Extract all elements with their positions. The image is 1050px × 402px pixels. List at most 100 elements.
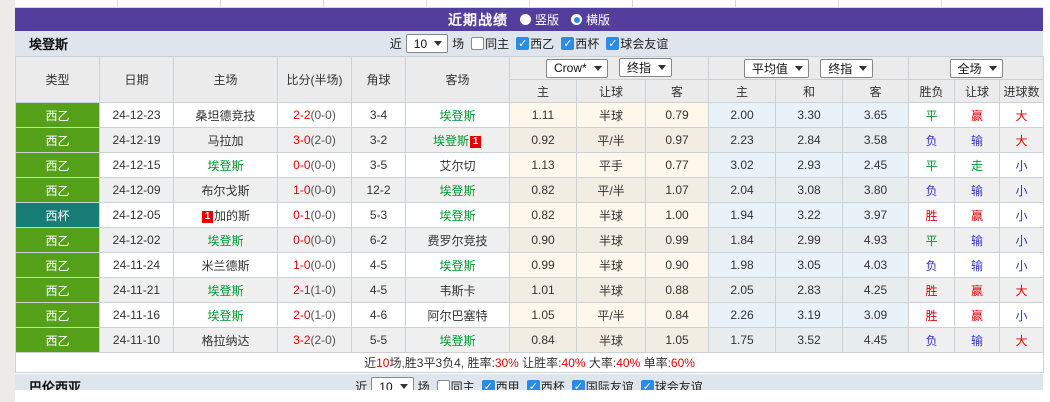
match-score[interactable]: 1-0(0-0)	[277, 177, 352, 203]
team-link[interactable]: 埃登斯	[439, 109, 475, 123]
match-date: 24-11-16	[99, 302, 174, 328]
match-type-badge: 西乙	[15, 177, 100, 203]
team-link[interactable]: 埃登斯	[207, 309, 243, 323]
team-link[interactable]: 埃登斯	[207, 234, 243, 248]
match-score[interactable]: 2-0(1-0)	[277, 302, 352, 328]
team-link[interactable]: 埃登斯	[207, 159, 243, 173]
result-goals: 小	[999, 252, 1045, 278]
radio-selected-icon[interactable]	[571, 14, 582, 25]
match-score[interactable]: 0-1(0-0)	[277, 202, 352, 228]
team-link[interactable]: 埃登斯	[439, 259, 475, 273]
competition-filter-checkbox-4[interactable]: 球会友谊	[606, 35, 668, 52]
home-team-cell: 埃登斯	[173, 227, 278, 253]
team-link[interactable]: 马拉加	[207, 134, 243, 148]
match-row: 西乙 24-11-24 米兰德斯 1-0(0-0) 4-5 埃登斯 0.99 半…	[15, 252, 1045, 278]
match-score[interactable]: 2-2(0-0)	[277, 102, 352, 128]
checked-checkbox-icon[interactable]	[516, 36, 530, 50]
team-link[interactable]: 米兰德斯	[201, 259, 249, 273]
match-count-select[interactable]: 10	[371, 377, 414, 390]
match-type-badge: 西乙	[15, 302, 100, 328]
handicap-away-odds: 0.97	[644, 127, 710, 153]
scope-select[interactable]: 全场	[949, 58, 1003, 78]
team-link[interactable]: 埃登斯	[207, 284, 243, 298]
competition-filter-checkbox-2[interactable]: 西甲	[481, 378, 520, 390]
team-name: 埃登斯	[29, 37, 69, 52]
odds-source-select[interactable]: Crow*	[546, 58, 608, 78]
team-link[interactable]: 埃登斯	[433, 134, 469, 148]
subcol-europe-home: 主	[708, 79, 777, 103]
section-title-bar: 近期战绩 竖版 横版	[15, 8, 1043, 31]
europe-source-select[interactable]: 平均值	[743, 58, 809, 78]
checked-checkbox-icon[interactable]	[606, 36, 620, 50]
checked-checkbox-icon[interactable]	[571, 379, 585, 390]
layout-radio-horizontal[interactable]: 横版	[571, 11, 610, 28]
team-link[interactable]: 韦斯卡	[439, 284, 475, 298]
competition-filter-checkbox-5[interactable]: 球会友谊	[640, 378, 703, 390]
competition-filter-checkbox-4[interactable]: 国际友谊	[571, 378, 634, 391]
radio-unselected-icon[interactable]	[519, 14, 531, 25]
match-score[interactable]: 0-0(0-0)	[277, 152, 352, 178]
europe-away-odds: 3.80	[842, 177, 910, 203]
team-link[interactable]: 阿尔巴塞特	[427, 309, 487, 323]
layout-radio-vertical[interactable]: 竖版	[519, 11, 559, 28]
team-link[interactable]: 桑坦德竞技	[195, 109, 255, 123]
team-link[interactable]: 埃登斯	[439, 209, 475, 223]
competition-filter-checkbox-3[interactable]: 西杯	[561, 35, 599, 52]
team-link[interactable]: 费罗尔竞技	[427, 234, 487, 248]
competition-filter-checkbox-2[interactable]: 西乙	[516, 35, 554, 52]
team-link[interactable]: 埃登斯	[439, 334, 475, 348]
result-handicap: 输	[954, 227, 1001, 253]
match-date: 24-12-02	[99, 227, 174, 253]
result-outcome: 平	[908, 102, 956, 128]
europe-home-odds: 1.98	[708, 252, 777, 278]
team-link[interactable]: 布尔戈斯	[201, 184, 249, 198]
europe-home-odds: 2.00	[708, 102, 777, 128]
result-handicap: 赢	[954, 277, 1001, 303]
team-link[interactable]: 艾尔切	[439, 159, 475, 173]
match-score[interactable]: 2-1(1-0)	[277, 277, 352, 303]
handicap-home-odds: 1.11	[509, 102, 577, 128]
match-count-select[interactable]: 10	[405, 34, 449, 53]
result-outcome: 负	[908, 252, 956, 278]
handicap-home-odds: 1.05	[509, 302, 577, 328]
recent-results-panel: 近期战绩 竖版 横版 埃登斯 近 10 场 同主西乙西杯球会友谊	[0, 0, 1050, 402]
summary-segment: 10	[376, 356, 390, 370]
team-link[interactable]: 加的斯	[214, 209, 250, 223]
competition-filter-checkbox-1[interactable]: 同主	[471, 35, 509, 52]
europe-odds-group-header: 平均值 终指	[708, 56, 910, 80]
matches-label: 场	[417, 380, 430, 390]
match-row: 西乙 24-12-23 桑坦德竞技 2-2(0-0) 3-4 埃登斯 1.11 …	[15, 102, 1045, 128]
unchecked-checkbox-icon[interactable]	[471, 36, 485, 50]
match-row: 西乙 24-12-02 埃登斯 0-0(0-0) 6-2 费罗尔竞技 0.90 …	[15, 227, 1045, 253]
match-row: 西乙 24-11-16 埃登斯 2-0(1-0) 4-6 阿尔巴塞特 1.05 …	[15, 302, 1045, 328]
handicap-time-select[interactable]: 终指	[619, 58, 673, 78]
col-header-home: 主场	[173, 56, 278, 103]
checked-checkbox-icon[interactable]	[640, 379, 654, 390]
team-link[interactable]: 埃登斯	[439, 184, 475, 198]
match-score[interactable]: 1-0(0-0)	[277, 252, 352, 278]
away-team-cell: 埃登斯	[405, 252, 510, 278]
match-score[interactable]: 3-0(2-0)	[277, 127, 352, 153]
competition-filter-checkbox-1[interactable]: 同主	[436, 378, 475, 390]
unchecked-checkbox-icon[interactable]	[436, 379, 450, 390]
europe-away-odds: 3.97	[842, 202, 910, 228]
europe-home-odds: 1.75	[708, 327, 777, 353]
checked-checkbox-icon[interactable]	[481, 379, 495, 390]
handicap-line: 半球	[576, 102, 646, 128]
match-score[interactable]: 0-0(0-0)	[277, 227, 352, 253]
match-row: 西乙 24-11-10 格拉纳达 3-2(2-0) 5-5 埃登斯 0.84 半…	[15, 327, 1045, 353]
match-date: 24-12-15	[99, 152, 174, 178]
section-title: 近期战绩	[447, 11, 508, 28]
team-link[interactable]: 格拉纳达	[201, 334, 249, 348]
europe-home-odds: 1.94	[708, 202, 777, 228]
europe-away-odds: 4.45	[842, 327, 910, 353]
europe-draw-odds: 2.84	[775, 127, 844, 153]
summary-segment: 场,胜3平3负4, 胜率:	[389, 356, 495, 370]
checked-checkbox-icon[interactable]	[561, 36, 575, 50]
match-score[interactable]: 3-2(2-0)	[277, 327, 352, 353]
checked-checkbox-icon[interactable]	[526, 379, 540, 390]
competition-filter-checkbox-3[interactable]: 西杯	[526, 378, 565, 390]
handicap-line: 平/半	[576, 127, 646, 153]
filter-label: 国际友谊	[585, 379, 634, 391]
europe-time-select[interactable]: 终指	[820, 58, 874, 78]
